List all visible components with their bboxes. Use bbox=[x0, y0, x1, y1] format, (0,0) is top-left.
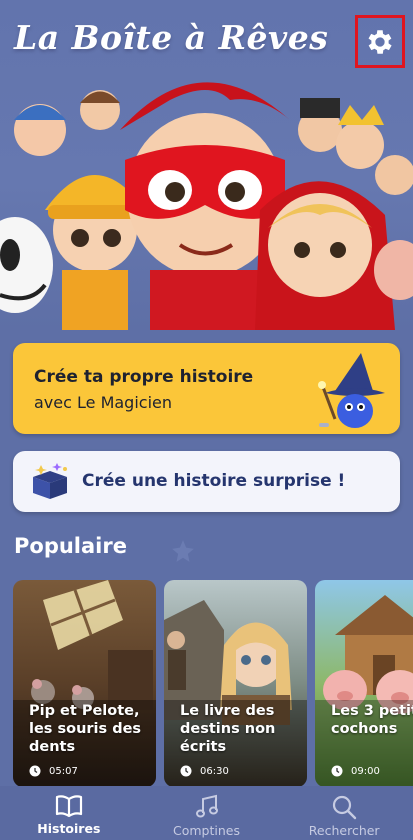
book-icon bbox=[55, 795, 82, 818]
clock-icon bbox=[29, 765, 41, 777]
decorative-star-icon bbox=[172, 540, 194, 562]
nav-item-rechercher[interactable]: Rechercher bbox=[275, 786, 413, 840]
nav-item-histoires[interactable]: Histoires bbox=[0, 786, 138, 840]
story-card[interactable]: Le livre des destins non écrits 06:30 bbox=[164, 580, 307, 787]
popular-section-title: Populaire bbox=[14, 534, 127, 558]
settings-button[interactable] bbox=[355, 15, 405, 68]
story-title: Le livre des destins non écrits bbox=[180, 703, 276, 755]
clock-icon bbox=[331, 765, 343, 777]
story-cover-image bbox=[315, 580, 413, 787]
nav-label: Comptines bbox=[173, 823, 240, 838]
app-title: La Boîte à Rêves bbox=[14, 18, 329, 57]
story-duration-text: 09:00 bbox=[351, 765, 380, 777]
story-duration: 05:07 bbox=[29, 765, 78, 777]
hero-banner: La Boîte à Rêves bbox=[0, 0, 413, 330]
nav-label: Histoires bbox=[37, 821, 101, 836]
search-icon bbox=[333, 795, 357, 820]
nav-item-comptines[interactable]: Comptines bbox=[138, 786, 276, 840]
bottom-navigation: Histoires Comptines Rechercher bbox=[0, 786, 413, 840]
wizard-icon bbox=[318, 353, 385, 428]
music-note-icon bbox=[195, 794, 218, 818]
clock-icon bbox=[180, 765, 192, 777]
story-duration: 06:30 bbox=[180, 765, 229, 777]
surprise-card-label: Crée une histoire surprise ! bbox=[82, 471, 346, 491]
gear-icon bbox=[368, 29, 392, 54]
story-duration-text: 06:30 bbox=[200, 765, 229, 777]
story-title: Les 3 petits cochons bbox=[331, 703, 413, 737]
magician-card-subtitle: avec Le Magicien bbox=[34, 393, 172, 412]
nav-label: Rechercher bbox=[308, 823, 380, 838]
gift-box-icon bbox=[33, 463, 67, 499]
story-duration-text: 05:07 bbox=[49, 765, 78, 777]
story-title: Pip et Pelote, les souris des dents bbox=[29, 703, 142, 755]
create-story-magician-card[interactable]: Crée ta propre histoire avec Le Magicien bbox=[13, 343, 400, 434]
story-duration: 09:00 bbox=[331, 765, 380, 777]
surprise-story-card[interactable]: Crée une histoire surprise ! bbox=[13, 451, 400, 512]
magician-card-title: Crée ta propre histoire bbox=[34, 367, 254, 387]
story-card[interactable]: Pip et Pelote, les souris des dents 05:0… bbox=[13, 580, 156, 787]
story-card[interactable]: Les 3 petits cochons 09:00 bbox=[315, 580, 413, 787]
